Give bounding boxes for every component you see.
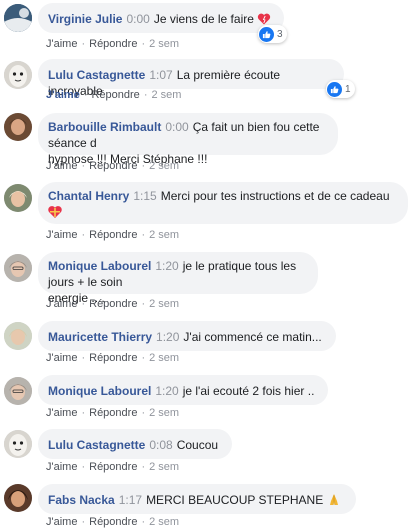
- comment-age[interactable]: 2 sem: [149, 352, 179, 364]
- comment-actions: J'aime · Répondre · 2 sem: [46, 516, 180, 528]
- reply-link[interactable]: Répondre: [89, 516, 137, 528]
- comment-actions: J'aime · Répondre · 2 sem: [46, 38, 180, 50]
- comment-bubble: Lulu Castagnette 0:08 Coucou: [38, 429, 232, 459]
- reply-link[interactable]: Répondre: [89, 38, 137, 50]
- reply-link[interactable]: Répondre: [91, 89, 139, 101]
- comment-bubble: Lulu Castagnette 1:07 La première écoute i…: [38, 59, 344, 98]
- comment-bubble: Monique Labourel 1:20 je l'ai ecouté 2 foi…: [38, 375, 328, 405]
- comment-author[interactable]: Monique Labourel: [48, 259, 151, 273]
- comment-author[interactable]: Lulu Castagnette: [48, 438, 145, 452]
- avatar[interactable]: [4, 61, 32, 89]
- comment-text: Coucou: [176, 438, 219, 452]
- like-link[interactable]: J'aime: [46, 229, 77, 241]
- comment-timestamp[interactable]: 0:08: [149, 438, 172, 452]
- avatar[interactable]: [4, 113, 32, 141]
- like-link[interactable]: J'aime: [46, 298, 77, 310]
- like-reaction-icon: [259, 26, 274, 42]
- comment-bubble: Virginie Julie 0:00 Je viens de le faire: [38, 3, 284, 33]
- like-reaction-icon: [327, 81, 342, 97]
- reply-link[interactable]: Répondre: [89, 160, 137, 172]
- comment-author[interactable]: Virginie Julie: [48, 12, 122, 26]
- gift-heart-icon: [48, 205, 62, 219]
- comment-age[interactable]: 2 sem: [149, 461, 179, 473]
- avatar[interactable]: [4, 322, 32, 350]
- like-link[interactable]: J'aime: [46, 407, 77, 419]
- comment-timestamp[interactable]: 0:00: [165, 120, 188, 134]
- reply-link[interactable]: Répondre: [89, 352, 137, 364]
- reaction-count: 3: [277, 28, 283, 40]
- reaction-summary[interactable]: 1: [326, 80, 355, 98]
- comment-age[interactable]: 2 sem: [149, 160, 179, 172]
- comment-age[interactable]: 2 sem: [149, 38, 179, 50]
- reaction-summary[interactable]: 3: [258, 25, 287, 43]
- comment-author[interactable]: Lulu Castagnette: [48, 68, 145, 82]
- comment-author[interactable]: Fabs Nacka: [48, 493, 115, 507]
- heart-icon: [257, 12, 271, 26]
- like-link[interactable]: J'aime: [46, 352, 77, 364]
- comment-actions: J'aime · Répondre · 2 sem: [46, 407, 180, 419]
- comment-timestamp[interactable]: 1:07: [149, 68, 172, 82]
- comment-timestamp[interactable]: 1:20: [155, 259, 178, 273]
- comment-age[interactable]: 2 sem: [149, 407, 179, 419]
- avatar[interactable]: [4, 254, 32, 282]
- reply-link[interactable]: Répondre: [89, 407, 137, 419]
- comment-timestamp[interactable]: 0:00: [126, 12, 149, 26]
- avatar[interactable]: [4, 184, 32, 212]
- comment-actions: J'aime · Répondre · 2 sem: [46, 160, 180, 172]
- avatar[interactable]: [4, 4, 32, 32]
- comment-actions: J'aime · Répondre · 2 sem: [46, 461, 180, 473]
- comment-bubble: Chantal Henry 1:15 Merci pour tes instruct…: [38, 182, 408, 224]
- folded-hands-icon: [327, 493, 341, 507]
- comment-author[interactable]: Barbouille Rimbault: [48, 120, 161, 134]
- comment-text: MERCI BEAUCOUP STEPHANE: [146, 493, 324, 507]
- like-link[interactable]: J'aime: [46, 461, 77, 473]
- reply-link[interactable]: Répondre: [89, 229, 137, 241]
- comment-actions: J'aime · Répondre · 2 sem: [46, 89, 182, 101]
- comment-actions: J'aime · Répondre · 2 sem: [46, 229, 180, 241]
- comment-actions: J'aime · Répondre · 2 sem: [46, 298, 180, 310]
- comment-timestamp[interactable]: 1:17: [119, 493, 142, 507]
- comment-author[interactable]: Chantal Henry: [48, 189, 129, 203]
- comment-bubble: Monique Labourel 1:20 je le pratique tous …: [38, 252, 318, 305]
- comment-bubble: Barbouille Rimbault 0:00 Ça fait un bien f…: [38, 113, 338, 166]
- comment-age[interactable]: 2 sem: [151, 89, 181, 101]
- comment-timestamp[interactable]: 1:20: [155, 384, 178, 398]
- comment-bubble: Fabs Nacka 1:17 MERCI BEAUCOUP STEPHANE: [38, 484, 356, 514]
- comment-text: Je viens de le faire: [153, 12, 254, 26]
- like-link[interactable]: J'aime: [46, 38, 77, 50]
- reply-link[interactable]: Répondre: [89, 461, 137, 473]
- comment-actions: J'aime · Répondre · 2 sem: [46, 352, 180, 364]
- comment-age[interactable]: 2 sem: [149, 516, 179, 528]
- comment-text: J'ai commencé ce matin...: [183, 330, 322, 344]
- comment-author[interactable]: Mauricette Thierry: [48, 330, 152, 344]
- comment-age[interactable]: 2 sem: [149, 229, 179, 241]
- comment-author[interactable]: Monique Labourel: [48, 384, 151, 398]
- like-link[interactable]: J'aime: [46, 160, 77, 172]
- comment-bubble: Mauricette Thierry 1:20 J'ai commencé ce m…: [38, 321, 336, 351]
- avatar[interactable]: [4, 484, 32, 512]
- avatar[interactable]: [4, 377, 32, 405]
- comment-text: Merci pour tes instructions et de ce cad…: [160, 189, 390, 203]
- comment-text: je l'ai ecouté 2 fois hier ..: [182, 384, 315, 398]
- reaction-count: 1: [345, 83, 351, 95]
- comment-timestamp[interactable]: 1:15: [133, 189, 156, 203]
- comment-timestamp[interactable]: 1:20: [156, 330, 179, 344]
- comment-age[interactable]: 2 sem: [149, 298, 179, 310]
- reply-link[interactable]: Répondre: [89, 298, 137, 310]
- like-link[interactable]: J'aime: [46, 516, 77, 528]
- like-link[interactable]: J'aime: [46, 89, 80, 101]
- avatar[interactable]: [4, 430, 32, 458]
